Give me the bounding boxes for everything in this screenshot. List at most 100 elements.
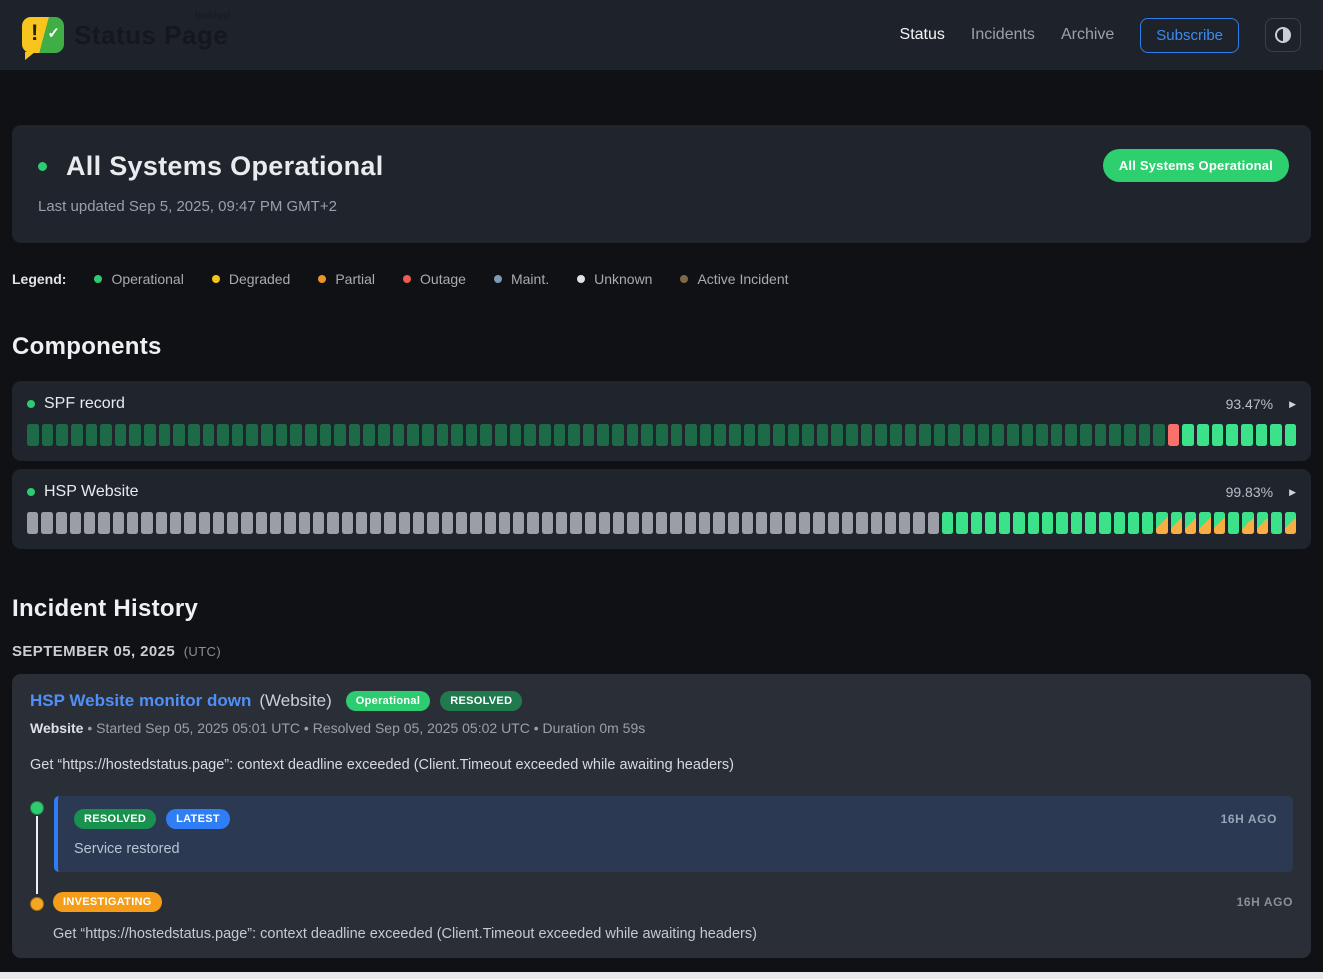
uptime-bar-segment [1241, 424, 1253, 446]
uptime-bar-segment [597, 424, 609, 446]
uptime-bar-segment [1109, 424, 1121, 446]
update-badges: RESOLVEDLATEST [74, 809, 230, 829]
component-card-hsp-website: HSP Website 99.83% ▶ [12, 469, 1311, 549]
uptime-bar-segment [656, 424, 668, 446]
overall-status-banner: All Systems Operational Last updated Sep… [12, 125, 1311, 243]
legend-item-outage: Outage [403, 271, 466, 287]
component-header[interactable]: HSP Website 99.83% ▶ [27, 483, 1296, 501]
theme-toggle-button[interactable] [1265, 18, 1301, 52]
nav-item-incidents[interactable]: Incidents [971, 26, 1035, 44]
timeline-connector-line [36, 816, 38, 894]
uptime-bar-segment [1199, 512, 1210, 534]
legend-item-label: Unknown [594, 271, 652, 287]
uptime-bar-segment [656, 512, 667, 534]
incident-date: SEPTEMBER 05, 2025 [12, 643, 175, 660]
incident-update-latest: RESOLVEDLATEST 16H AGO Service restored [30, 796, 1293, 872]
incident-meta-component: Website [30, 720, 83, 736]
status-badge-operational: Operational [346, 691, 430, 711]
incident-update-timeline: RESOLVEDLATEST 16H AGO Service restored … [30, 796, 1293, 942]
legend-item-maint-: Maint. [494, 271, 549, 287]
nav-item-status[interactable]: Status [900, 26, 945, 44]
uptime-bar-segment [1080, 424, 1092, 446]
uptime-bar-segment [184, 512, 195, 534]
uptime-bar-segment [700, 424, 712, 446]
uptime-bar-segment [393, 424, 405, 446]
uptime-bar-segment [1197, 424, 1209, 446]
uptime-bar-segment [284, 512, 295, 534]
uptime-bar-segment [1099, 512, 1110, 534]
incident-timezone: (UTC) [184, 644, 221, 659]
brand-superscript: hosted [194, 10, 230, 22]
uptime-bar-segment [1139, 424, 1151, 446]
status-badge-latest: LATEST [166, 809, 230, 829]
uptime-bar-segment [899, 512, 910, 534]
uptime-bar-segment [744, 424, 756, 446]
uptime-bar-segment [442, 512, 453, 534]
uptime-bar-segment [70, 512, 81, 534]
legend-item-degraded: Degraded [212, 271, 291, 287]
uptime-bar-segment [875, 424, 887, 446]
statuspage-logo-icon: ! ✓ [22, 17, 64, 53]
component-uptime-percent: 93.47% [1226, 396, 1273, 412]
uptime-bar-segment [188, 424, 200, 446]
component-status-dot [27, 488, 35, 496]
uptime-bar-segment [554, 424, 566, 446]
update-timestamp: 16H AGO [1237, 895, 1293, 909]
uptime-bar-segment [27, 424, 39, 446]
uptime-bar-segment [141, 512, 152, 534]
legend-status-dot [494, 275, 502, 283]
uptime-bar-segment [115, 424, 127, 446]
expand-arrow-icon[interactable]: ▶ [1289, 487, 1296, 498]
uptime-bar-segment [928, 512, 939, 534]
uptime-bar-segment [1270, 424, 1282, 446]
uptime-bar-segment [527, 512, 538, 534]
uptime-bar-segment [956, 512, 967, 534]
uptime-bar-segment [305, 424, 317, 446]
uptime-bar-chart [27, 424, 1296, 446]
uptime-bar-segment [1271, 512, 1282, 534]
uptime-bar-segment [856, 512, 867, 534]
uptime-bar-segment [613, 512, 624, 534]
brand-logo-link[interactable]: ! ✓ Status Page hosted [22, 17, 228, 53]
uptime-bar-segment [1226, 424, 1238, 446]
legend-item-label: Partial [335, 271, 375, 287]
legend-item-operational: Operational [94, 271, 183, 287]
legend-status-dot [318, 275, 326, 283]
uptime-bar-segment [159, 424, 171, 446]
uptime-bar-segment [971, 512, 982, 534]
uptime-bar-segment [670, 512, 681, 534]
uptime-bar-segment [41, 512, 52, 534]
uptime-bar-segment [370, 512, 381, 534]
status-badge-investigating: INVESTIGATING [53, 892, 162, 912]
component-name: SPF record [44, 395, 125, 413]
nav-links-slot: Status Incidents Archive [900, 26, 1115, 44]
uptime-bar-segment [84, 512, 95, 534]
uptime-bar-segment [1114, 512, 1125, 534]
uptime-bar-segment [948, 424, 960, 446]
subscribe-button[interactable]: Subscribe [1140, 18, 1239, 53]
incident-title-link[interactable]: HSP Website monitor down [30, 691, 251, 711]
uptime-bar-segment [199, 512, 210, 534]
uptime-bar-segment [170, 512, 181, 534]
uptime-bar-segment [513, 512, 524, 534]
uptime-bar-segment [1285, 424, 1297, 446]
exclamation-glyph: ! [31, 20, 38, 46]
incident-meta-line: Website • Started Sep 05, 2025 05:01 UTC… [30, 720, 1293, 736]
uptime-bar-segment [934, 424, 946, 446]
uptime-bar-segment [699, 512, 710, 534]
uptime-bar-segment [846, 424, 858, 446]
nav-item-archive[interactable]: Archive [1061, 26, 1114, 44]
update-message: Get “https://hostedstatus.page”: context… [53, 926, 1293, 942]
uptime-bar-segment [356, 512, 367, 534]
uptime-bar-segment [437, 424, 449, 446]
uptime-bar-segment [1071, 512, 1082, 534]
uptime-bar-segment [831, 424, 843, 446]
expand-arrow-icon[interactable]: ▶ [1289, 399, 1296, 410]
uptime-bar-segment [313, 512, 324, 534]
incident-component-label: (Website) [259, 691, 331, 711]
component-header[interactable]: SPF record 93.47% ▶ [27, 395, 1296, 413]
uptime-bar-segment [261, 424, 273, 446]
uptime-bar-segment [156, 512, 167, 534]
incident-card: HSP Website monitor down (Website) Opera… [12, 674, 1311, 958]
uptime-bar-segment [1242, 512, 1253, 534]
